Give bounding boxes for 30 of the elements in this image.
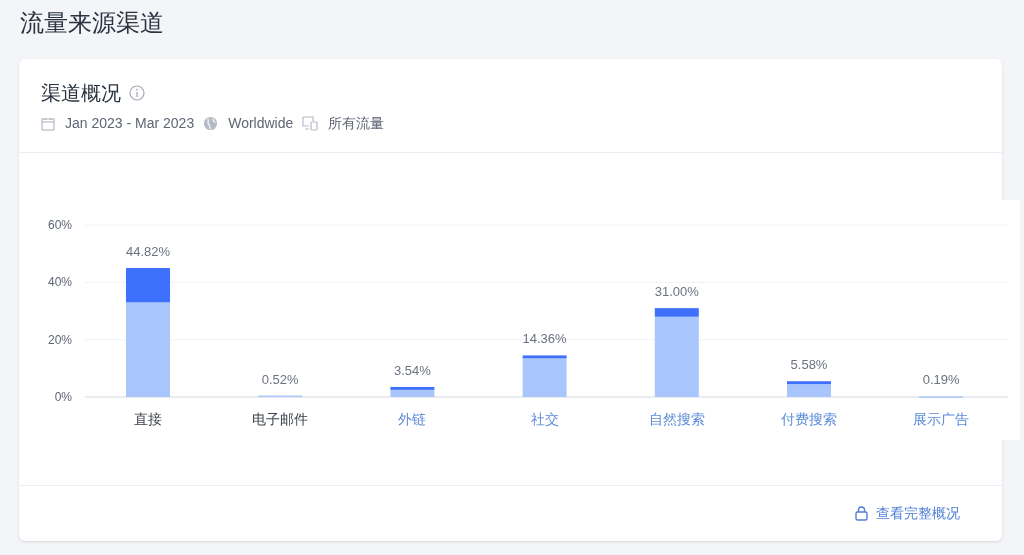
filter-label: 所有流量 (328, 114, 385, 133)
category-link[interactable]: 自然搜索 (648, 411, 705, 427)
calendar-icon (41, 116, 55, 131)
value-label: 3.54% (393, 362, 431, 378)
globe-icon (203, 116, 219, 131)
category-link[interactable]: 展示广告 (913, 411, 970, 427)
category-link[interactable]: 社交 (530, 411, 559, 427)
page-title: 流量来源渠道 (20, 8, 165, 38)
value-label: 14.36% (522, 331, 567, 347)
y-axis-label: 60% (47, 218, 72, 232)
value-label: 5.58% (790, 357, 828, 373)
filter-label: Worldwide (228, 114, 294, 133)
y-axis-label: 40% (47, 275, 72, 290)
value-label: 0.52% (261, 371, 299, 387)
full-overview-link[interactable]: 查看完整概况 (855, 503, 960, 524)
devices-icon (302, 116, 319, 131)
lock-icon (855, 506, 868, 521)
bar-segment (258, 395, 303, 398)
value-label: 0.19% (922, 372, 960, 388)
category-label: 直接 (134, 411, 162, 427)
value-label: 31.00% (654, 284, 699, 300)
y-axis-label: 20% (47, 332, 72, 347)
category-link[interactable]: 外链 (398, 411, 427, 427)
value-label: 44.82% (125, 244, 171, 259)
category-label: 电子邮件 (252, 411, 309, 427)
y-axis-label: 0% (54, 390, 72, 404)
filter-label: Jan 2023 - Mar 2023 (65, 114, 195, 133)
category-link[interactable]: 付费搜索 (781, 411, 837, 427)
card-title: 渠道概况 (41, 81, 121, 106)
info-icon[interactable] (129, 85, 145, 101)
